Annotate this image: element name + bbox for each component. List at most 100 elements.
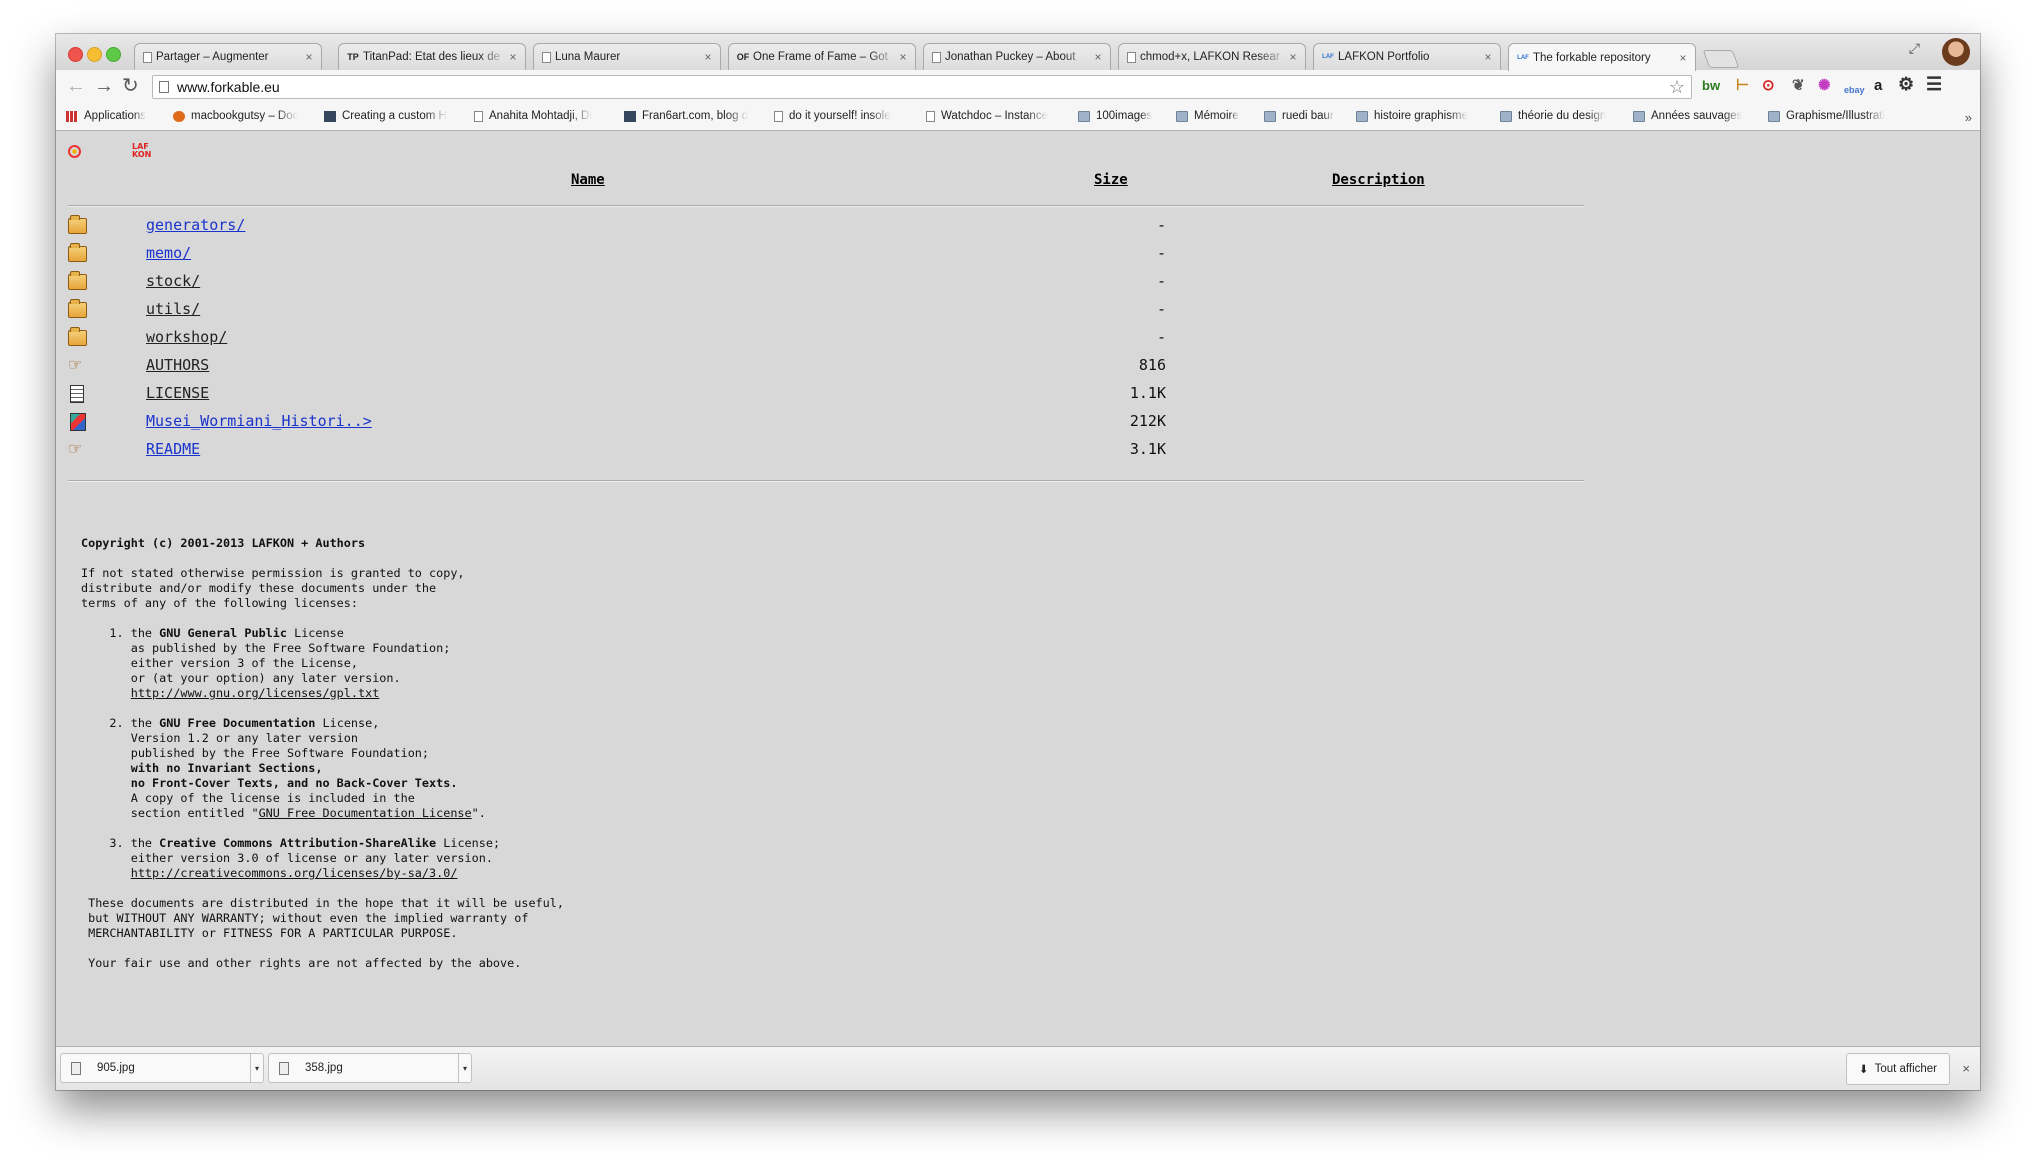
license-intro: If not stated otherwise permission is gr… (81, 566, 465, 610)
file-row: ☞ AUTHORS 816 (56, 353, 1596, 381)
bookmark-item[interactable]: Creating a custom H (324, 110, 447, 122)
folder-icon (68, 271, 87, 290)
gear-icon[interactable]: ⚙ (1898, 75, 1914, 93)
bookmark-item[interactable]: 100images (1078, 110, 1152, 122)
file-link[interactable]: memo/ (146, 244, 191, 262)
close-shelf-icon[interactable]: × (1962, 1061, 1970, 1076)
tab-close-icon[interactable]: × (1287, 50, 1299, 64)
show-all-downloads-button[interactable]: ⬇ Tout afficher (1845, 1053, 1950, 1085)
column-header-size[interactable]: Size (1094, 172, 1128, 188)
browser-tab[interactable]: TP TitanPad: État des lieux de × (338, 43, 526, 70)
bw-extension-icon[interactable]: bw (1702, 78, 1720, 94)
tab-close-icon[interactable]: × (303, 50, 315, 64)
copyright-line: Copyright (c) 2001-2013 LAFKON + Authors (81, 536, 366, 550)
browser-tab[interactable]: Luna Maurer × (533, 43, 721, 70)
bookmark-item[interactable]: Mémoire (1176, 110, 1239, 122)
folder-icon (68, 327, 87, 346)
pointing-hand-icon: ☞ (68, 441, 83, 458)
file-link[interactable]: README (146, 440, 200, 458)
cc-by-sa-link[interactable]: http://creativecommons.org/licenses/by-s… (131, 866, 458, 880)
menu-icon[interactable]: ☰ (1926, 75, 1942, 93)
bookmark-item[interactable]: ruedi baur (1264, 110, 1334, 122)
folder-icon (1264, 110, 1276, 122)
file-link[interactable]: generators/ (146, 216, 245, 234)
tab-favicon-icon (1127, 51, 1136, 63)
download-menu-arrow-icon[interactable]: ▾ (250, 1054, 263, 1082)
tab-favicon-icon (932, 51, 941, 63)
ebay-icon[interactable]: ebay (1844, 82, 1865, 98)
profile-avatar[interactable] (1942, 38, 1970, 66)
bookmark-item[interactable]: théorie du design (1500, 110, 1606, 122)
download-item[interactable]: 905.jpg ▾ (60, 1053, 264, 1083)
bookmark-item[interactable]: Watchdoc – Instance (926, 110, 1048, 122)
browser-tab[interactable]: Partager – Augmenter × (134, 43, 322, 70)
bookmark-label: Watchdoc – Instance (941, 110, 1048, 122)
tab-close-icon[interactable]: × (702, 50, 714, 64)
browser-tab[interactable]: LAF The forkable repository × (1508, 43, 1696, 71)
license-item-3-number: 3. the (81, 836, 160, 850)
bookmark-star-icon[interactable]: ☆ (1669, 77, 1685, 98)
gpl-link[interactable]: http://www.gnu.org/licenses/gpl.txt (131, 686, 380, 700)
file-link[interactable]: AUTHORS (146, 356, 209, 374)
bookmark-item[interactable]: Anahita Mohtadji, Di (474, 110, 592, 122)
fullscreen-icon[interactable]: ⤢ (1909, 40, 1920, 57)
new-tab-button[interactable] (1702, 50, 1740, 68)
bookmark-item[interactable]: Applications (66, 110, 146, 122)
column-header-description[interactable]: Description (1332, 172, 1425, 188)
evernote-icon[interactable]: ❦ (1792, 78, 1805, 94)
download-arrow-icon: ⬇ (1858, 1064, 1869, 1076)
reload-button[interactable]: ↻ (122, 76, 139, 96)
minimize-window-button[interactable] (87, 47, 102, 62)
tab-close-icon[interactable]: × (897, 50, 909, 64)
back-button[interactable]: ← (66, 76, 86, 96)
column-header-name[interactable]: Name (571, 172, 605, 188)
tab-favicon-icon: LAF (1322, 54, 1334, 60)
tab-close-icon[interactable]: × (1677, 51, 1689, 65)
colorwheel-icon[interactable]: ✺ (1818, 78, 1831, 94)
file-link[interactable]: workshop/ (146, 328, 227, 346)
tab-close-icon[interactable]: × (1482, 50, 1494, 64)
bookmark-favicon-icon (474, 110, 483, 122)
browser-tab[interactable]: OF One Frame of Fame – Got × (728, 43, 916, 70)
bookmark-item[interactable]: histoire graphisme (1356, 110, 1468, 122)
file-size: 212K (1129, 412, 1166, 430)
bookmark-item[interactable]: do it yourself! insole (774, 110, 891, 122)
bookmark-item[interactable]: Fran6art.com, blog d (624, 110, 748, 122)
address-bar[interactable]: www.forkable.eu ☆ (152, 75, 1692, 99)
file-row: memo/ - (56, 241, 1596, 269)
more-bookmarks-chevron-icon[interactable]: » (1965, 110, 1972, 125)
browser-tab[interactable]: chmod+x, LAFKON Resear × (1118, 43, 1306, 70)
bookmark-favicon-icon (324, 110, 336, 122)
bookmark-item[interactable]: Années sauvages (1633, 110, 1742, 122)
amazon-icon[interactable]: a (1874, 78, 1882, 94)
download-menu-arrow-icon[interactable]: ▾ (458, 1054, 471, 1082)
close-window-button[interactable] (68, 47, 83, 62)
tab-close-icon[interactable]: × (1092, 50, 1104, 64)
file-link[interactable]: LICENSE (146, 384, 209, 402)
text-file-icon (70, 385, 84, 403)
forward-button[interactable]: → (94, 76, 114, 96)
file-link[interactable]: stock/ (146, 272, 200, 290)
browser-tab[interactable]: Jonathan Puckey – About × (923, 43, 1111, 70)
apps-grid-icon (66, 110, 78, 122)
zoom-window-button[interactable] (106, 47, 121, 62)
bookmark-label: ruedi baur (1282, 110, 1334, 122)
tab-title: Partager – Augmenter (156, 51, 269, 63)
download-item[interactable]: 358.jpg ▾ (268, 1053, 472, 1083)
bookmark-item[interactable]: Graphisme/Illustrati (1768, 110, 1885, 122)
license-item-2-name: GNU Free Documentation (159, 716, 316, 730)
file-size: - (1156, 272, 1166, 290)
folder-icon (68, 243, 87, 262)
browser-tab[interactable]: LAF LAFKON Portfolio × (1313, 43, 1501, 70)
tab-close-icon[interactable]: × (507, 50, 519, 64)
gfdl-link[interactable]: GNU Free Documentation License (259, 806, 472, 820)
bookmark-label: Années sauvages (1651, 110, 1743, 122)
record-icon[interactable]: ⊙ (1762, 78, 1775, 94)
tab-title: TitanPad: État des lieux de (363, 51, 501, 63)
ruler-icon[interactable]: ⊢ (1736, 78, 1749, 94)
bookmark-favicon-icon (173, 110, 185, 122)
file-link[interactable]: Musei_Wormiani_Histori..> (146, 412, 372, 430)
file-row: ☞ README 3.1K (56, 437, 1596, 465)
bookmark-item[interactable]: macbookgutsy – Doc (173, 110, 298, 122)
file-link[interactable]: utils/ (146, 300, 200, 318)
